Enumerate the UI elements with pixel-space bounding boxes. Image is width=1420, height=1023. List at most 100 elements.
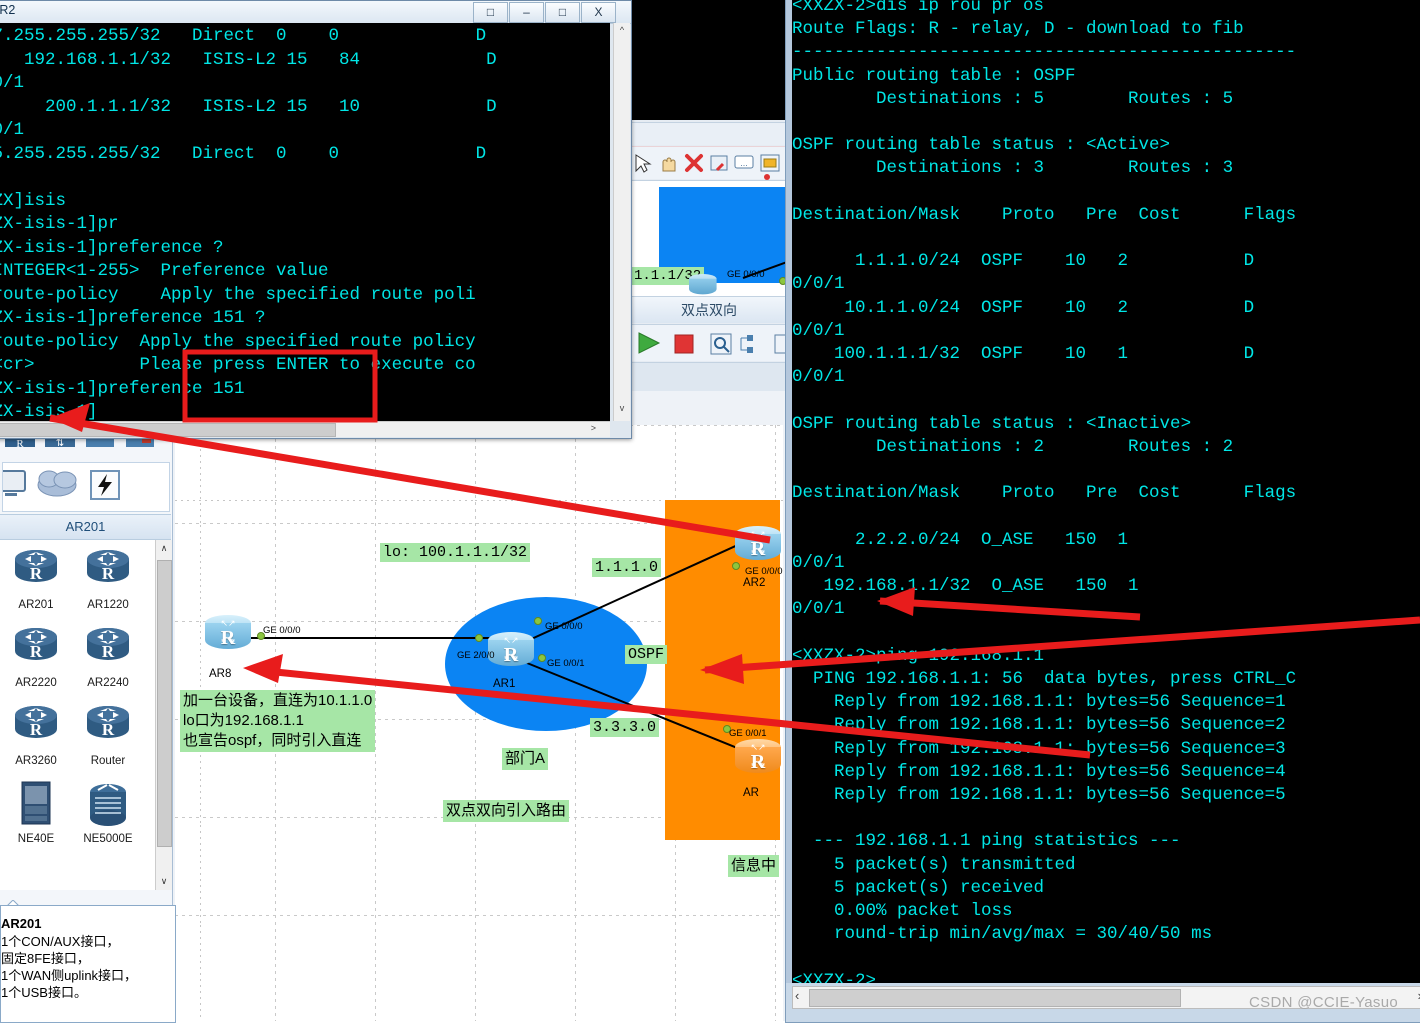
cloud-icon [37,470,77,497]
inset-ensp-window[interactable]: ... 1.1.1/32 GE 0/0/0 双点双向 [628,0,791,391]
router-icon: R [72,618,144,676]
router-node-ar8[interactable]: ↖↗ ↙↘ R [205,615,251,655]
scroll-left-arrow[interactable]: ‹ [795,988,799,1003]
left-terminal-window[interactable]: AR2 □ – □ X 27.255.255.255/32 Direct 0 0… [0,0,632,439]
chassis-icon [0,774,72,832]
svg-text:R: R [102,564,115,583]
router-node-ar1[interactable]: ↖↗ ↙↘ R [488,632,534,672]
topology-label[interactable]: 1.1.1.0 [592,558,662,577]
watermark: CSDN @CCIE-Yasuo [1249,994,1398,1011]
restore-down-button[interactable]: □ [473,2,508,23]
router-icon-letter: R [503,644,519,666]
device-item-ar1220[interactable]: R AR1220 [72,540,144,618]
close-button[interactable]: X [581,2,616,23]
delete-icon [685,154,703,172]
device-grid-scrollbar[interactable]: ∧ ∨ [155,540,172,890]
topology-label[interactable]: OSPF [625,645,668,664]
router-label: AR2 [743,577,766,589]
inset-router-icon [689,274,717,298]
left-terminal-screen[interactable]: 27.255.255.255/32 Direct 0 0 D 192.168.1… [0,23,610,421]
router-icon: R [72,696,144,754]
lightning-icon [90,470,120,500]
device-category-header[interactable]: AR201 [0,514,171,540]
device-type-toolbar-row-2[interactable] [0,462,170,512]
scrollbar-thumb[interactable] [0,423,336,437]
capture-icon [710,333,732,355]
topology-canvas[interactable]: lo: 100.1.1.1/32 1.1.1.0 OSPF 3.3.3.0 加一台设备，… [175,425,783,1021]
device-grid[interactable]: R AR201 R AR1220 R AR2220 R AR2240 R AR3260 R Route… [0,540,155,890]
right-terminal-window[interactable]: <XXZX-2>dis ip rou pr os Route Flags: R … [785,0,1420,1023]
router-label: AR8 [209,668,232,680]
router-label: AR [743,787,759,799]
interface-dot [538,654,546,662]
device-item-ar201[interactable]: R AR201 [0,540,72,618]
device-item-label: Router [90,755,126,767]
zone-blue-ellipse [445,597,647,731]
inset-status-bar [631,362,787,391]
topology-label[interactable]: lo: 100.1.1.1/32 [380,543,531,562]
cursor-icon [635,154,652,173]
interface-label: GE 2/0/0 [457,650,495,661]
inset-separator [631,122,787,145]
inset-toolbar[interactable]: ... [631,146,789,297]
topology-label[interactable]: 双点双向引入路由 [443,800,570,822]
rect-icon [760,154,780,172]
interface-label: GE 0/0/0 [745,566,783,577]
topology-icon [740,335,753,353]
scrollbar-thumb[interactable] [809,989,1181,1007]
device-item-ne5000e[interactable]: NE5000E [72,774,144,852]
interface-label: GE 0/0/0 [545,621,583,632]
device-item-ar2240[interactable]: R AR2240 [72,618,144,696]
topology-label[interactable]: 加一台设备，直连为10.1.1.0 lo口为192.168.1.1 也宣告osp… [180,690,376,752]
device-item-label: AR1220 [87,599,129,611]
topology-label[interactable]: 3.3.3.0 [590,718,660,737]
device-item-label: NE40E [17,833,55,845]
inset-tab[interactable]: 双点双向 [631,296,787,323]
tooltip-line: 1个USB接口。 [1,985,87,1000]
link-ar8-ar1 [247,637,502,639]
router-icon: R [72,540,144,598]
device-item-label: AR201 [18,599,54,611]
tooltip-title: AR201 [1,916,42,931]
right-terminal-screen[interactable]: <XXZX-2>dis ip rou pr os Route Flags: R … [792,0,1420,983]
hand-icon [662,157,676,172]
left-terminal-title: AR2 [0,3,16,17]
stop-icon [674,334,694,354]
grid-line [175,915,783,916]
interface-label: GE 0/0/1 [729,728,767,739]
router-icon: R [0,540,72,598]
topology-label[interactable]: 信息中 [728,855,780,877]
interface-label: GE 0/0/0 [263,625,301,636]
device-item-router[interactable]: R Router [72,696,144,774]
device-tooltip: AR201 1个CON/AUX接口， 固定8FE接口， 1个WAN侧uplink… [0,905,176,1023]
scroll-down-arrow[interactable]: ∨ [156,873,172,889]
left-terminal-output: 27.255.255.255/32 Direct 0 0 D 192.168.1… [0,26,497,421]
router-node-ar2[interactable]: ↖↗ ↙↘ R [735,526,781,566]
scroll-down-arrow[interactable]: v [614,403,630,413]
maximize-button[interactable]: □ [545,2,580,23]
router-icon: R [0,696,72,754]
device-item-ar3260[interactable]: R AR3260 [0,696,72,774]
scroll-up-arrow[interactable]: ∧ [156,540,172,556]
scroll-right-arrow[interactable]: > [591,423,596,433]
svg-text:R: R [30,642,43,661]
router-node-ar[interactable]: ↖↗ ↙↘ R [735,739,781,779]
left-terminal-titlebar[interactable]: AR2 □ – □ X [0,1,631,24]
left-terminal-hscrollbar[interactable]: > [0,421,610,437]
inset-black-area [631,0,789,120]
topology-label[interactable]: 部门A [502,748,549,770]
svg-text:...: ... [740,158,748,168]
device-item-ne40e[interactable]: NE40E [0,774,72,852]
svg-text:R: R [16,438,24,450]
device-item-ar2220[interactable]: R AR2220 [0,618,72,696]
inset-canvas[interactable]: 1.1.1/32 GE 0/0/0 [631,180,791,298]
minimize-button[interactable]: – [509,2,544,23]
interface-dot [475,634,483,642]
scroll-up-arrow[interactable]: ^ [614,25,630,35]
svg-text:R: R [30,564,43,583]
left-terminal-vscrollbar[interactable]: ^ v [613,23,630,421]
scrollbar-thumb[interactable] [157,560,172,847]
device-item-label: AR2240 [87,677,129,689]
inset-run-toolbar[interactable] [631,324,788,361]
svg-text:R: R [30,720,43,739]
